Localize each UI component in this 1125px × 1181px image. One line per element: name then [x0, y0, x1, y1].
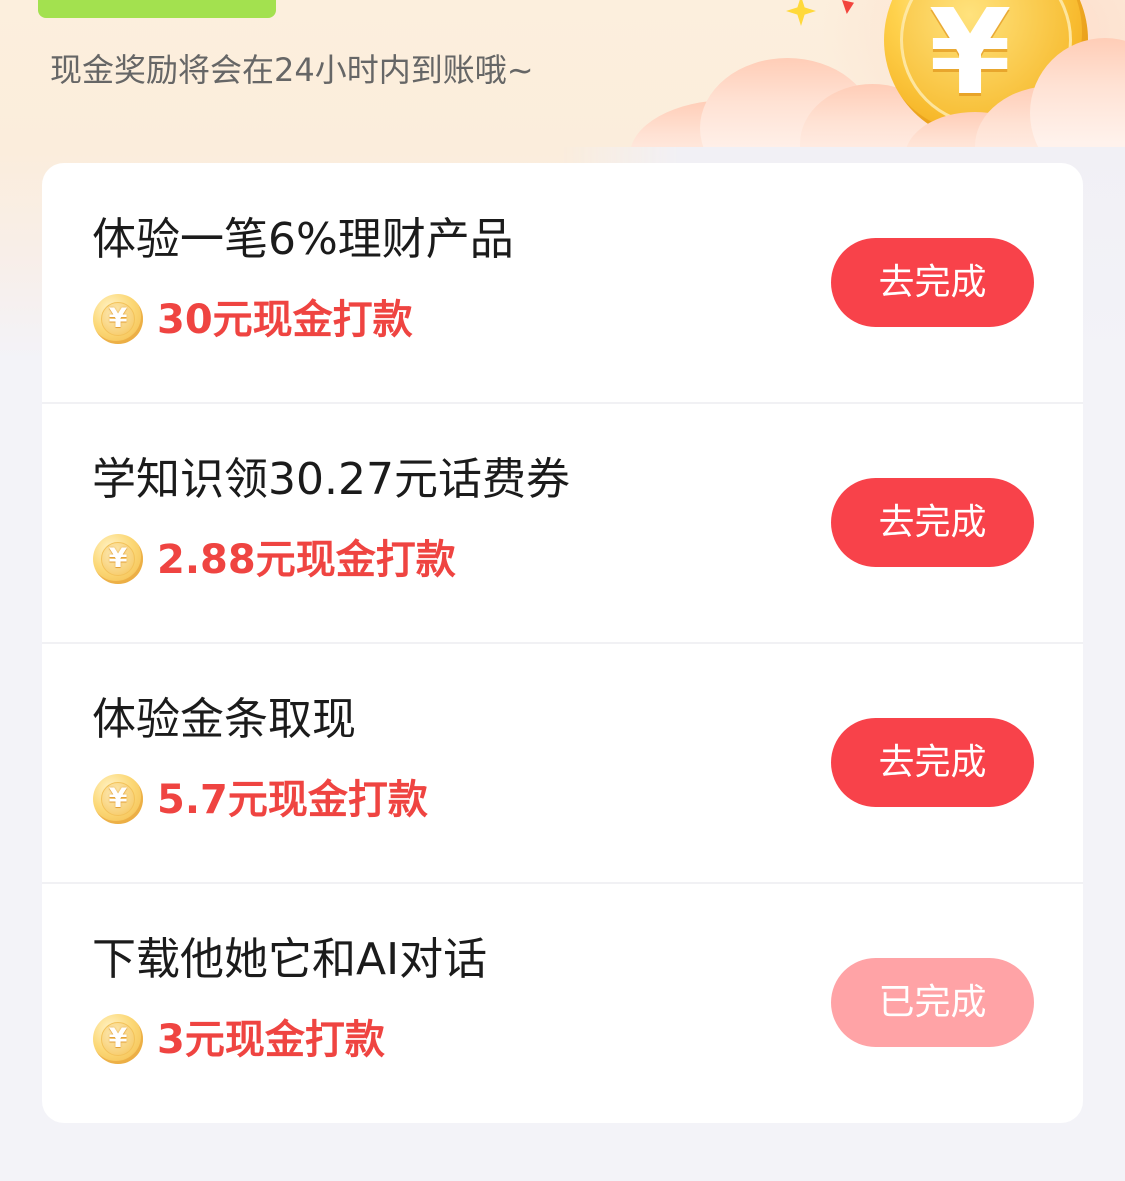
go-complete-button[interactable]: 去完成 [831, 718, 1034, 807]
yuan-coin-icon: ¥ [93, 1014, 143, 1064]
header-subtitle: 现金奖励将会在24小时内到账哦~ [50, 51, 534, 89]
task-title: 体验一笔6%理财产品 [92, 214, 514, 265]
sparkle-star-icon [786, 0, 816, 26]
task-row: 学知识领30.27元话费券 ¥ 2.88元现金打款 去完成 [42, 403, 1083, 643]
go-complete-button[interactable]: 去完成 [831, 238, 1034, 327]
yuan-symbol: ¥ [108, 303, 128, 334]
task-title: 体验金条取现 [92, 694, 356, 745]
task-row: 下载他她它和AI对话 ¥ 3元现金打款 已完成 [42, 883, 1083, 1123]
reward-amount: 30元现金打款 [157, 297, 413, 343]
task-title: 下载他她它和AI对话 [92, 934, 488, 985]
task-title: 学知识领30.27元话费券 [92, 454, 570, 505]
task-row: 体验金条取现 ¥ 5.7元现金打款 去完成 [42, 643, 1083, 883]
reward-amount: 5.7元现金打款 [157, 777, 428, 823]
go-complete-button[interactable]: 去完成 [831, 478, 1034, 567]
task-row: 体验一笔6%理财产品 ¥ 30元现金打款 去完成 [42, 163, 1083, 403]
reward-amount: 2.88元现金打款 [157, 537, 456, 583]
completed-button: 已完成 [831, 958, 1034, 1047]
yuan-symbol: ¥ [108, 783, 128, 814]
yuan-symbol: ¥ [108, 543, 128, 574]
task-card: 体验一笔6%理财产品 ¥ 30元现金打款 去完成 学知识领30.27元话费券 ¥… [42, 163, 1083, 1123]
headline-highlight [38, 0, 276, 18]
reward-amount: 3元现金打款 [157, 1017, 385, 1063]
yuan-coin-icon: ¥ [93, 294, 143, 344]
yuan-coin-icon: ¥ [93, 774, 143, 824]
yuan-coin-icon: ¥ [93, 534, 143, 584]
yuan-symbol: ¥ [108, 1023, 128, 1054]
